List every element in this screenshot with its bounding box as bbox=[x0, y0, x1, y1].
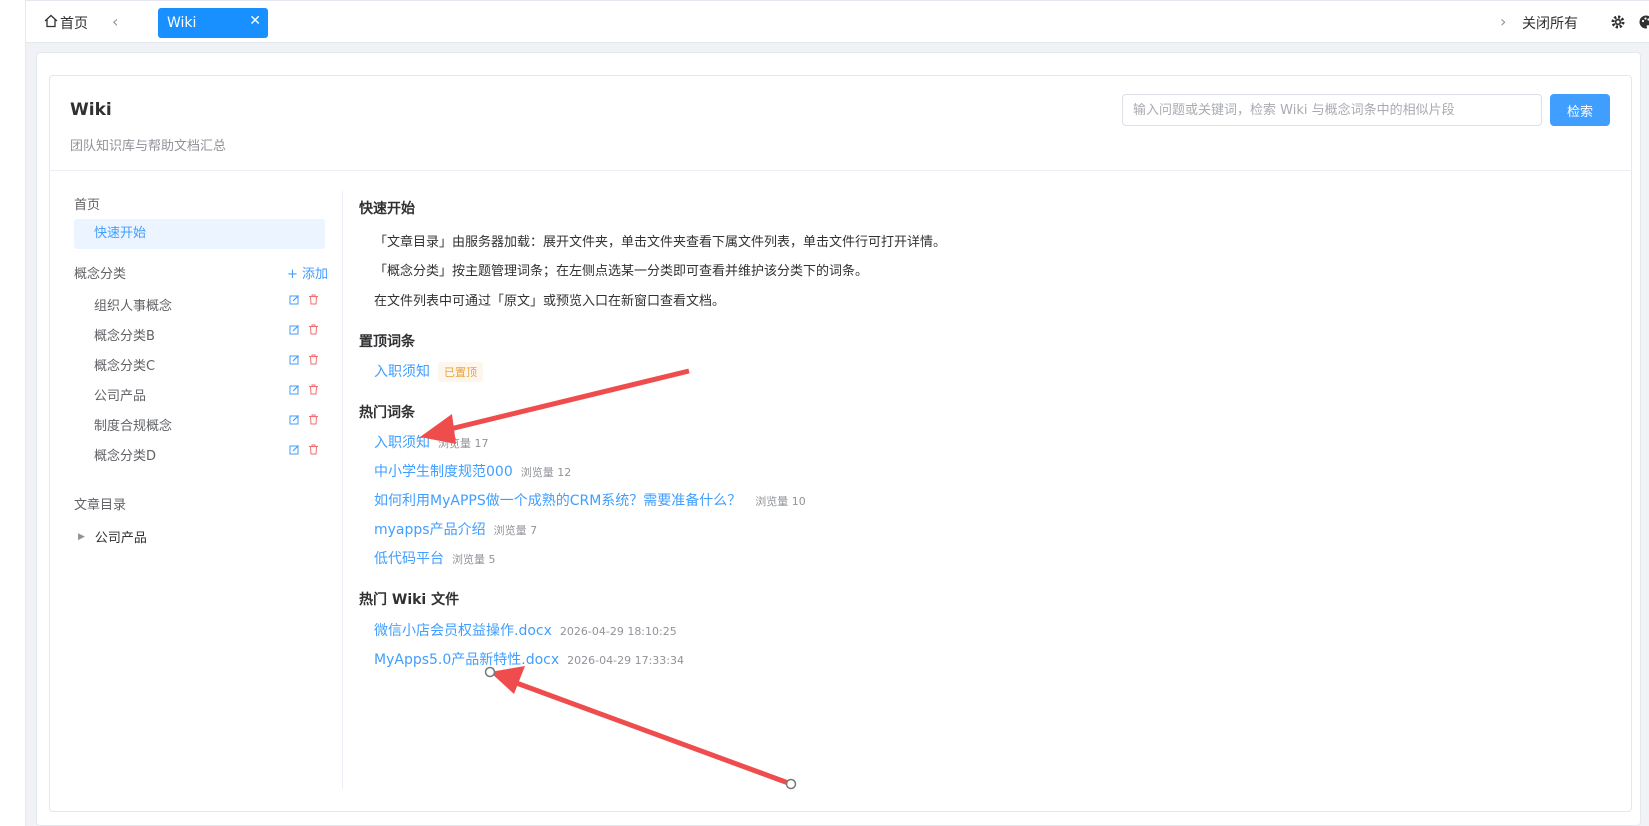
articles-heading: 文章目录 bbox=[74, 498, 127, 513]
tree-node-label: 公司产品 bbox=[94, 531, 147, 546]
page-title: Wiki bbox=[70, 100, 112, 120]
hot-entry[interactable]: 中小学生制度规范000 浏览量 12 bbox=[374, 461, 571, 481]
tip-line: 在文件列表中可通过「原文」或预览入口在新窗口查看文档。 bbox=[374, 294, 726, 309]
entry-title[interactable]: 入职须知 bbox=[374, 361, 430, 381]
search-input[interactable] bbox=[1122, 94, 1542, 126]
caret-right-icon[interactable]: ▶ bbox=[78, 532, 85, 542]
entry-title[interactable]: myapps产品介绍 bbox=[374, 519, 486, 539]
add-category-label: 添加 bbox=[302, 267, 329, 282]
chevron-right-icon[interactable]: › bbox=[1500, 12, 1506, 31]
categories-heading: 概念分类 bbox=[74, 267, 127, 282]
sidebar-divider bbox=[342, 191, 343, 789]
sidebar-item-quick-start[interactable]: 快速开始 bbox=[74, 219, 325, 249]
pinned-entry[interactable]: 入职须知 已置顶 bbox=[374, 361, 483, 382]
palette-icon[interactable] bbox=[1638, 14, 1649, 34]
files-heading: 热门 Wiki 文件 bbox=[359, 592, 460, 608]
edit-icon[interactable] bbox=[289, 353, 300, 369]
file-entry[interactable]: 微信小店会员权益操作.docx 2026-04-29 18:10:25 bbox=[374, 620, 677, 640]
entry-title[interactable]: 中小学生制度规范000 bbox=[374, 461, 513, 481]
view-count: 浏览量 10 bbox=[755, 495, 806, 508]
edit-icon[interactable] bbox=[289, 293, 300, 309]
hot-entry[interactable]: 低代码平台 浏览量 5 bbox=[374, 548, 496, 568]
category-item[interactable]: 制度合规概念 bbox=[94, 415, 172, 434]
edit-icon[interactable] bbox=[289, 383, 300, 399]
file-title[interactable]: MyApps5.0产品新特性.docx bbox=[374, 649, 559, 669]
file-timestamp: 2026-04-29 17:33:34 bbox=[567, 654, 684, 667]
category-item[interactable]: 概念分类C bbox=[94, 355, 155, 374]
tab-wiki[interactable]: Wiki ✕ bbox=[158, 8, 268, 38]
view-count: 浏览量 7 bbox=[493, 524, 538, 537]
add-category-button[interactable]: + 添加 bbox=[287, 263, 328, 282]
wiki-card bbox=[49, 75, 1632, 812]
category-item[interactable]: 公司产品 bbox=[94, 385, 146, 404]
tab-home[interactable]: 首页 bbox=[44, 13, 88, 33]
entry-title[interactable]: 低代码平台 bbox=[374, 548, 444, 568]
view-count: 浏览量 12 bbox=[520, 466, 572, 479]
hot-entry[interactable]: 入职须知 浏览量 17 bbox=[374, 432, 489, 452]
edit-icon[interactable] bbox=[289, 443, 300, 459]
close-icon[interactable]: ✕ bbox=[249, 13, 261, 29]
hot-entry[interactable]: myapps产品介绍 浏览量 7 bbox=[374, 519, 537, 539]
category-actions bbox=[289, 293, 319, 309]
header-divider bbox=[49, 170, 1632, 171]
category-actions bbox=[289, 323, 319, 339]
left-strip bbox=[0, 0, 26, 826]
category-actions bbox=[289, 413, 319, 429]
edit-icon[interactable] bbox=[289, 323, 300, 339]
tab-wiki-label: Wiki bbox=[167, 15, 197, 31]
tab-home-label: 首页 bbox=[60, 16, 88, 32]
category-actions bbox=[289, 383, 319, 399]
file-timestamp: 2026-04-29 18:10:25 bbox=[559, 625, 677, 638]
delete-icon[interactable] bbox=[308, 413, 319, 429]
tab-bar: 首页 ‹ Wiki ✕ › 关闭所有 bbox=[26, 0, 1649, 43]
tip-line: 「概念分类」按主题管理词条；在左侧点选某一分类即可查看并维护该分类下的词条。 bbox=[374, 264, 869, 279]
category-item[interactable]: 概念分类D bbox=[94, 445, 156, 464]
delete-icon[interactable] bbox=[308, 383, 319, 399]
tree-node-folder[interactable]: ▶ 公司产品 bbox=[78, 527, 147, 546]
category-actions bbox=[289, 443, 319, 459]
category-actions bbox=[289, 353, 319, 369]
view-count: 浏览量 5 bbox=[452, 553, 496, 566]
delete-icon[interactable] bbox=[308, 293, 319, 309]
chevron-left-icon[interactable]: ‹ bbox=[112, 12, 118, 31]
tip-line: 「文章目录」由服务器加载：展开文件夹，单击文件夹查看下属文件列表，单击文件行可打… bbox=[374, 235, 947, 250]
quick-start-heading: 快速开始 bbox=[359, 201, 415, 217]
pinned-heading: 置顶词条 bbox=[359, 334, 415, 350]
entry-title[interactable]: 入职须知 bbox=[374, 432, 430, 452]
pinned-badge: 已置顶 bbox=[438, 362, 483, 382]
plus-icon: + bbox=[287, 267, 298, 282]
sidebar-home[interactable]: 首页 bbox=[74, 194, 100, 213]
entry-title[interactable]: 如何利用MyAPPS做一个成熟的CRM系统？需要准备什么？ bbox=[374, 490, 741, 510]
category-item[interactable]: 组织人事概念 bbox=[94, 295, 172, 314]
delete-icon[interactable] bbox=[308, 353, 319, 369]
view-count: 浏览量 17 bbox=[438, 437, 489, 450]
file-title[interactable]: 微信小店会员权益操作.docx bbox=[374, 620, 552, 640]
hot-entry[interactable]: 如何利用MyAPPS做一个成熟的CRM系统？需要准备什么？ 浏览量 10 bbox=[374, 490, 806, 510]
edit-icon[interactable] bbox=[289, 413, 300, 429]
home-icon bbox=[44, 14, 60, 32]
category-item[interactable]: 概念分类B bbox=[94, 325, 155, 344]
hot-heading: 热门词条 bbox=[359, 405, 415, 421]
file-entry[interactable]: MyApps5.0产品新特性.docx 2026-04-29 17:33:34 bbox=[374, 649, 684, 669]
delete-icon[interactable] bbox=[308, 323, 319, 339]
search-button[interactable]: 检索 bbox=[1550, 94, 1610, 126]
close-all-button[interactable]: 关闭所有 bbox=[1522, 13, 1578, 33]
delete-icon[interactable] bbox=[308, 443, 319, 459]
page-subtitle: 团队知识库与帮助文档汇总 bbox=[70, 139, 227, 154]
gear-icon[interactable] bbox=[1610, 14, 1626, 34]
